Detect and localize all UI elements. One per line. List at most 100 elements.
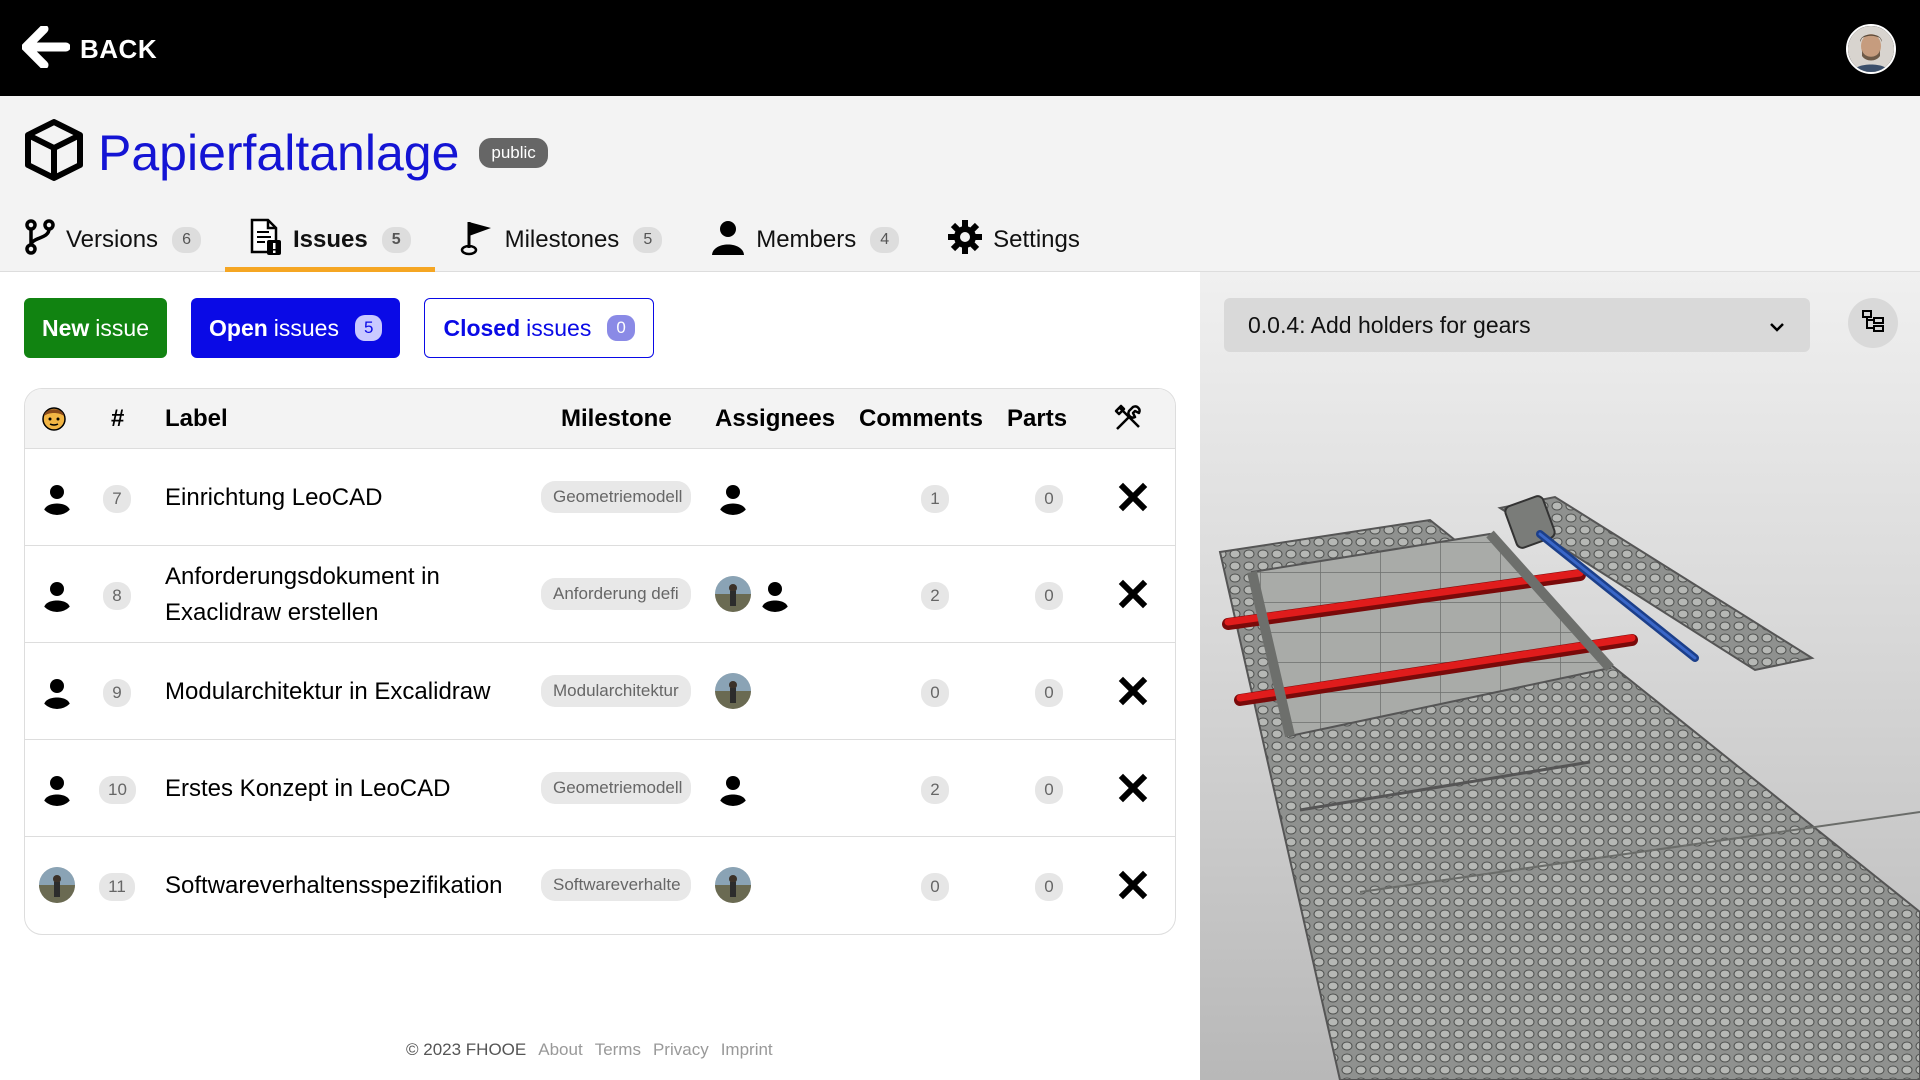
version-select[interactable]: 0.0.4: Add holders for gears [1224,298,1810,352]
assignee-avatar [757,576,793,612]
assignee-avatar [715,673,751,709]
close-icon[interactable] [1115,770,1151,806]
table-row[interactable]: 8 Anforderungsdokument in Exaclidraw ers… [25,546,1175,643]
issue-label[interactable]: Erstes Konzept in LeoCAD [165,740,495,837]
lego-model-render[interactable] [1200,272,1920,1080]
issue-label[interactable]: Modularchitektur in Excalidraw [165,643,495,740]
tab-label: Members [756,226,857,253]
table-header: # Label Milestone Assignees Comments Par… [25,389,1175,449]
milestone-badge[interactable]: Geometriemodell [541,481,691,513]
parts-tree-button[interactable] [1848,298,1898,348]
comments-count: 0 [921,679,949,707]
project-header: Papierfaltanlage public Versions 6 Issue… [0,96,1920,272]
tab-count: 5 [381,227,411,253]
assignees [715,770,751,806]
header-parts: Parts [1007,405,1068,432]
tab-label: Issues [292,226,368,253]
new-issue-bold: New [42,314,90,341]
table-row[interactable]: 10 Erstes Konzept in LeoCAD Geometriemod… [25,740,1175,837]
back-label: BACK [80,34,158,64]
top-bar: BACK [0,0,1920,96]
chevron-down-icon [1768,312,1786,339]
footer-link-about[interactable]: About [538,1040,582,1060]
header-comments: Comments [859,405,984,432]
table-row[interactable]: 9 Modularchitektur in Excalidraw Modular… [25,643,1175,740]
parts-count: 0 [1035,679,1063,707]
footer-link-imprint[interactable]: Imprint [721,1040,773,1060]
tab-issues[interactable]: Issues 5 [224,208,435,272]
tab-versions[interactable]: Versions 6 [0,208,225,272]
cube-icon [22,118,86,187]
tree-structure-icon [1860,308,1886,339]
header-assignees: Assignees [715,405,836,432]
copyright: © 2023 FHOOE [406,1040,527,1059]
tab-milestones[interactable]: Milestones 5 [435,208,687,272]
project-title[interactable]: Papierfaltanlage [98,124,459,182]
milestone-badge[interactable]: Anforderung defi [541,578,691,610]
milestone-badge[interactable]: Geometriemodell [541,772,691,804]
assignees [715,576,793,612]
milestone-badge[interactable]: Modularchitektur [541,675,691,707]
closed-issues-count: 0 [607,315,635,341]
visibility-badge: public [479,137,548,168]
closed-issues-bold: Closed [443,314,521,341]
tab-count: 6 [172,227,201,253]
tab-members[interactable]: Members 4 [686,208,923,272]
issue-number: 10 [99,776,136,804]
back-button[interactable]: BACK [21,24,158,73]
author-avatar [39,673,75,709]
assignee-avatar [715,576,751,612]
assignee-avatar [715,770,751,806]
author-avatar [39,770,75,806]
issues-table: # Label Milestone Assignees Comments Par… [24,388,1176,935]
header-label: Label [165,405,228,432]
comments-count: 1 [921,485,949,513]
issue-label[interactable]: Einrichtung LeoCAD [165,449,495,546]
assignees [715,867,751,903]
author-avatar [39,867,75,903]
gear-icon [947,219,983,262]
header-num: # [111,405,125,432]
issue-label[interactable]: Softwareverhaltensspezifikation [165,837,503,934]
table-row[interactable]: 11 Softwareverhaltensspezifikation Softw… [25,837,1175,934]
issue-number: 8 [103,582,131,610]
issue-label[interactable]: Anforderungsdokument in Exaclidraw erste… [165,546,495,643]
open-issues-rest: issues [273,314,339,341]
open-issues-button[interactable]: Open issues 5 [191,298,401,358]
footer-link-privacy[interactable]: Privacy [653,1040,709,1060]
author-face-icon [41,405,67,438]
parts-count: 0 [1035,582,1063,610]
version-select-value: 0.0.4: Add holders for gears [1248,311,1531,338]
table-row[interactable]: 7 Einrichtung LeoCAD Geometriemodell 1 0 [25,449,1175,546]
new-issue-button[interactable]: New issue [24,298,167,358]
assignee-avatar [715,479,751,515]
footer-link-terms[interactable]: Terms [595,1040,641,1060]
branch-icon [24,218,56,262]
person-icon [710,219,746,262]
issues-panel: New issue Open issues 5 Closed issues 0 # L… [0,272,1200,1080]
milestone-flag-icon [459,218,495,263]
close-icon[interactable] [1115,576,1151,612]
milestone-badge[interactable]: Softwareverhalte [541,869,691,901]
closed-issues-rest: issues [526,314,592,341]
tab-label: Milestones [504,226,620,253]
tools-icon [1113,403,1143,440]
project-tabs: Versions 6 Issues 5 Milestones 5 Members… [0,208,1104,272]
tab-count: 4 [870,227,900,253]
comments-count: 2 [921,776,949,804]
tab-settings[interactable]: Settings [923,208,1104,272]
parts-count: 0 [1035,873,1063,901]
close-icon[interactable] [1115,673,1151,709]
parts-count: 0 [1035,776,1063,804]
closed-issues-button[interactable]: Closed issues 0 [424,298,654,358]
close-icon[interactable] [1115,479,1151,515]
open-issues-bold: Open [209,314,268,341]
close-icon[interactable] [1115,867,1151,903]
issue-number: 7 [103,485,131,513]
header-milestone: Milestone [561,405,672,432]
arrow-left-icon [21,24,71,73]
issue-document-icon [249,218,283,263]
model-viewer[interactable]: 0.0.4: Add holders for gears [1200,272,1920,1080]
user-avatar[interactable] [1846,24,1896,74]
issue-number: 9 [103,679,131,707]
